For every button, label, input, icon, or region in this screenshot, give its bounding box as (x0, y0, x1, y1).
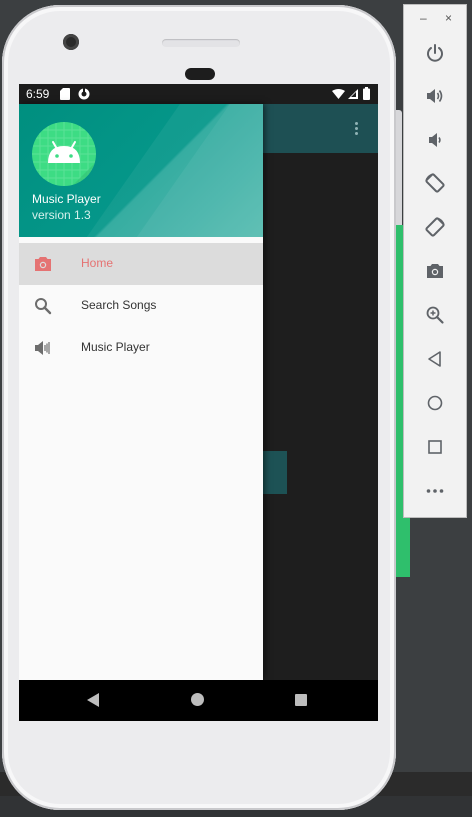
nav-label-home: Home (81, 256, 114, 270)
app-toolbar (263, 104, 378, 153)
more-button[interactable] (404, 471, 466, 511)
sd-card-icon (60, 88, 70, 100)
search-icon (35, 298, 52, 315)
app-content (263, 153, 378, 680)
home-circle-icon (427, 395, 443, 411)
emulator-back-button[interactable] (404, 339, 466, 379)
volume-down-button[interactable] (404, 120, 466, 160)
proximity-sensor (185, 68, 215, 80)
camera-icon (427, 264, 443, 278)
minimize-button[interactable]: – (420, 11, 427, 25)
volume-down-icon (429, 133, 441, 147)
device-screen: 6:59 Music Player version 1.3 Home Searc… (19, 84, 378, 721)
app-version: version 1.3 (32, 208, 91, 222)
more-dots-icon (426, 489, 444, 493)
emulator-home-button[interactable] (404, 383, 466, 423)
overflow-menu-icon[interactable] (355, 122, 359, 137)
nav-label-music-player: Music Player (81, 340, 150, 354)
volume-up-icon (427, 89, 443, 103)
zoom-button[interactable] (404, 295, 466, 335)
status-time: 6:59 (26, 87, 50, 101)
close-button[interactable]: × (445, 11, 452, 25)
volume-up-button[interactable] (404, 76, 466, 116)
back-triangle-icon (428, 351, 441, 367)
zoom-in-icon (426, 306, 444, 324)
rotate-left-button[interactable] (404, 163, 466, 203)
camera-icon (35, 257, 51, 271)
nav-item-home[interactable]: Home (19, 243, 263, 285)
navigation-drawer: Music Player version 1.3 Home Search Son… (19, 104, 263, 680)
android-logo-icon (32, 122, 96, 186)
speaker-icon (35, 341, 50, 355)
rotate-left-icon (425, 173, 445, 193)
wifi-icon (332, 89, 345, 99)
app-content-tile (263, 451, 287, 494)
emulator-toolbar: – × (403, 4, 467, 518)
home-icon[interactable] (191, 693, 204, 706)
emulator-overview-button[interactable] (404, 427, 466, 467)
rotate-right-icon (425, 217, 445, 237)
app-name: Music Player (32, 192, 101, 206)
sync-icon (78, 88, 90, 100)
back-icon[interactable] (87, 693, 99, 707)
power-button[interactable] (404, 33, 466, 73)
signal-icon (348, 89, 358, 99)
nav-item-music-player[interactable]: Music Player (19, 327, 263, 369)
screenshot-button[interactable] (404, 251, 466, 291)
power-icon (427, 44, 443, 62)
drawer-header: Music Player version 1.3 (19, 104, 263, 237)
battery-icon (363, 87, 370, 100)
nav-label-search-songs: Search Songs (81, 298, 157, 312)
rotate-right-button[interactable] (404, 207, 466, 247)
recents-icon[interactable] (295, 694, 307, 706)
earpiece-speaker (162, 39, 240, 47)
overview-square-icon (428, 440, 442, 454)
status-bar: 6:59 (19, 84, 378, 104)
system-navigation-bar (19, 680, 378, 721)
front-camera (63, 34, 79, 50)
nav-item-search-songs[interactable]: Search Songs (19, 285, 263, 327)
